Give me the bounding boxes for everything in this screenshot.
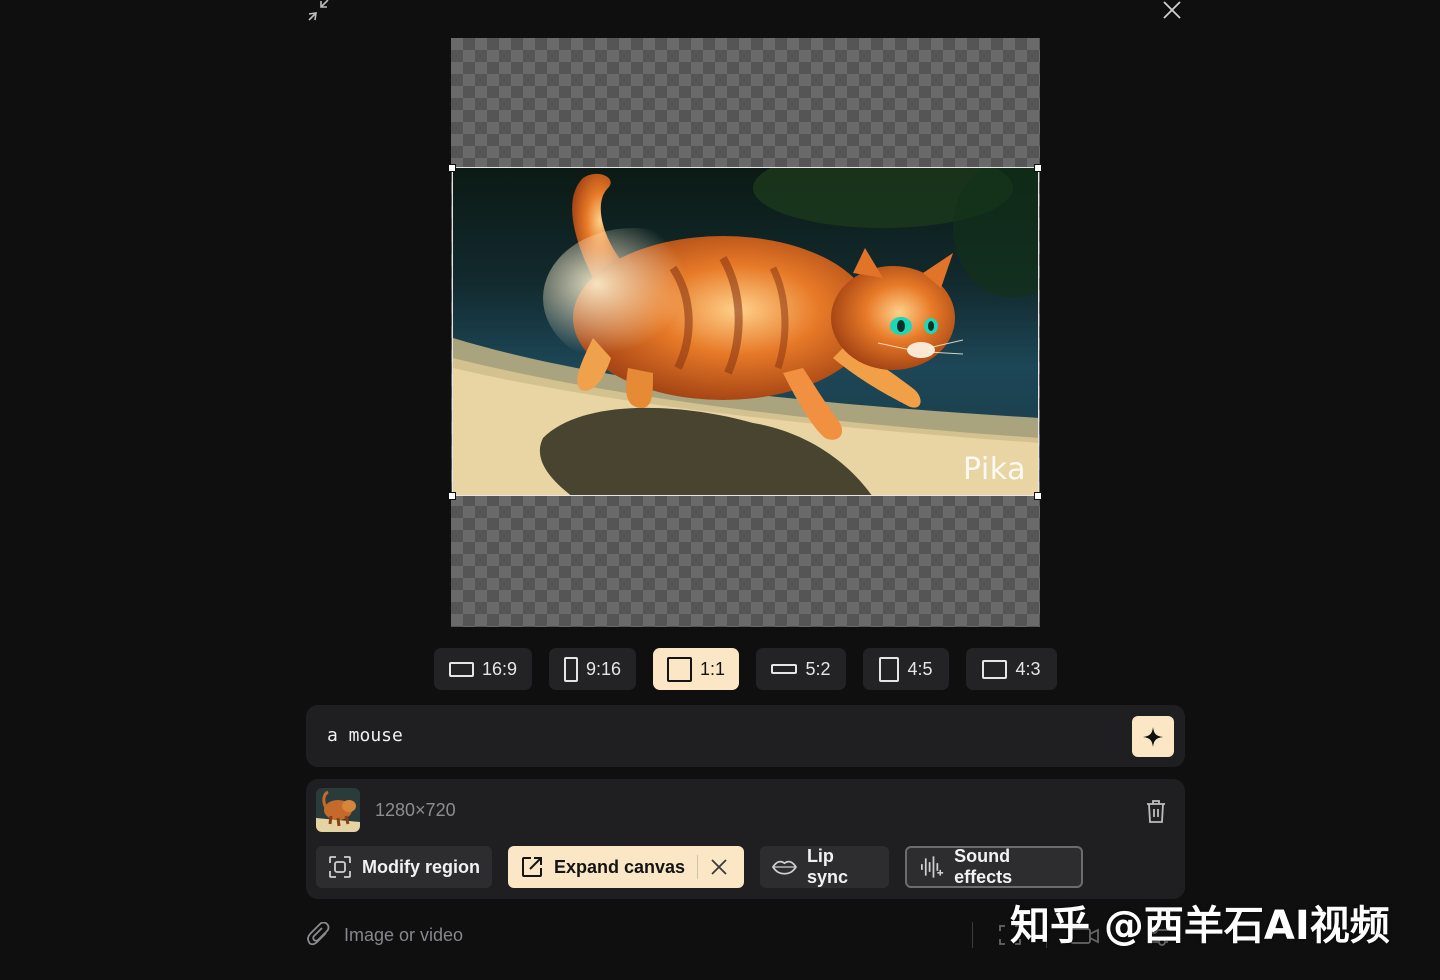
close-icon[interactable] [710,858,728,876]
zhihu-watermark: 知乎 @西羊石AI视频 [1010,903,1390,949]
ratio-label: 5:2 [805,658,831,679]
media-thumbnail[interactable] [316,788,360,832]
ratio-label: 16:9 [481,658,518,679]
ratio-16-9-button[interactable]: 16:9 [434,648,532,690]
prompt-bar[interactable]: a mouse [306,705,1185,767]
landscape-rect-icon [982,659,1008,679]
divider [697,855,699,879]
prompt-input[interactable]: a mouse [327,725,403,746]
ratio-1-1-button[interactable]: 1:1 [653,648,739,690]
tool-label: Modify region [362,856,480,877]
media-dimensions: 1280×720 [375,800,456,820]
sound-effects-button[interactable]: Sound effects [905,846,1083,888]
ratio-4-3-button[interactable]: 4:3 [966,648,1057,690]
square-icon [666,656,692,682]
generate-button[interactable] [1132,716,1174,757]
close-icon[interactable] [1162,0,1182,20]
trash-icon [1147,800,1165,823]
sparkle-icon [1143,726,1163,747]
region-select-icon [329,856,351,878]
wide-rect-icon [771,664,798,674]
expand-canvas-button[interactable]: Expand canvas [508,846,744,888]
media-card: 1280×720 Modify region Expand canvas Lip… [306,779,1185,899]
portrait-rect-icon [879,656,900,682]
waveform-icon [921,856,944,878]
paperclip-icon [307,922,330,946]
attach-media-button[interactable]: Image or video [306,922,463,948]
ratio-label: 1:1 [699,658,726,679]
landscape-rect-icon [448,661,474,677]
ratio-9-16-button[interactable]: 9:16 [549,648,636,690]
tool-label: Lip sync [806,846,848,887]
source-video-frame[interactable]: Pika [452,167,1039,496]
resize-handle-top-right[interactable] [1034,164,1042,172]
kitten-image [453,168,1038,495]
modify-region-button[interactable]: Modify region [316,846,492,888]
expand-out-icon [522,857,542,877]
ratio-label: 9:16 [585,658,622,679]
resize-handle-bottom-left[interactable] [448,492,456,500]
attach-placeholder: Image or video [344,924,464,945]
collapse-arrows-icon[interactable] [306,0,332,22]
ratio-label: 4:5 [907,658,933,679]
portrait-rect-icon [563,656,578,682]
pika-watermark: Pika [963,452,1026,487]
lip-sync-button[interactable]: Lip sync [760,846,889,888]
lips-icon [772,860,797,875]
tool-label: Expand canvas [554,856,686,877]
resize-handle-top-left[interactable] [448,164,456,172]
tool-label: Sound effects [954,846,1013,887]
resize-handle-bottom-right[interactable] [1034,492,1042,500]
divider [972,922,973,948]
ratio-5-2-button[interactable]: 5:2 [756,648,846,690]
ratio-4-5-button[interactable]: 4:5 [863,648,949,690]
delete-button[interactable] [1144,798,1168,824]
ratio-label: 4:3 [1015,658,1041,679]
